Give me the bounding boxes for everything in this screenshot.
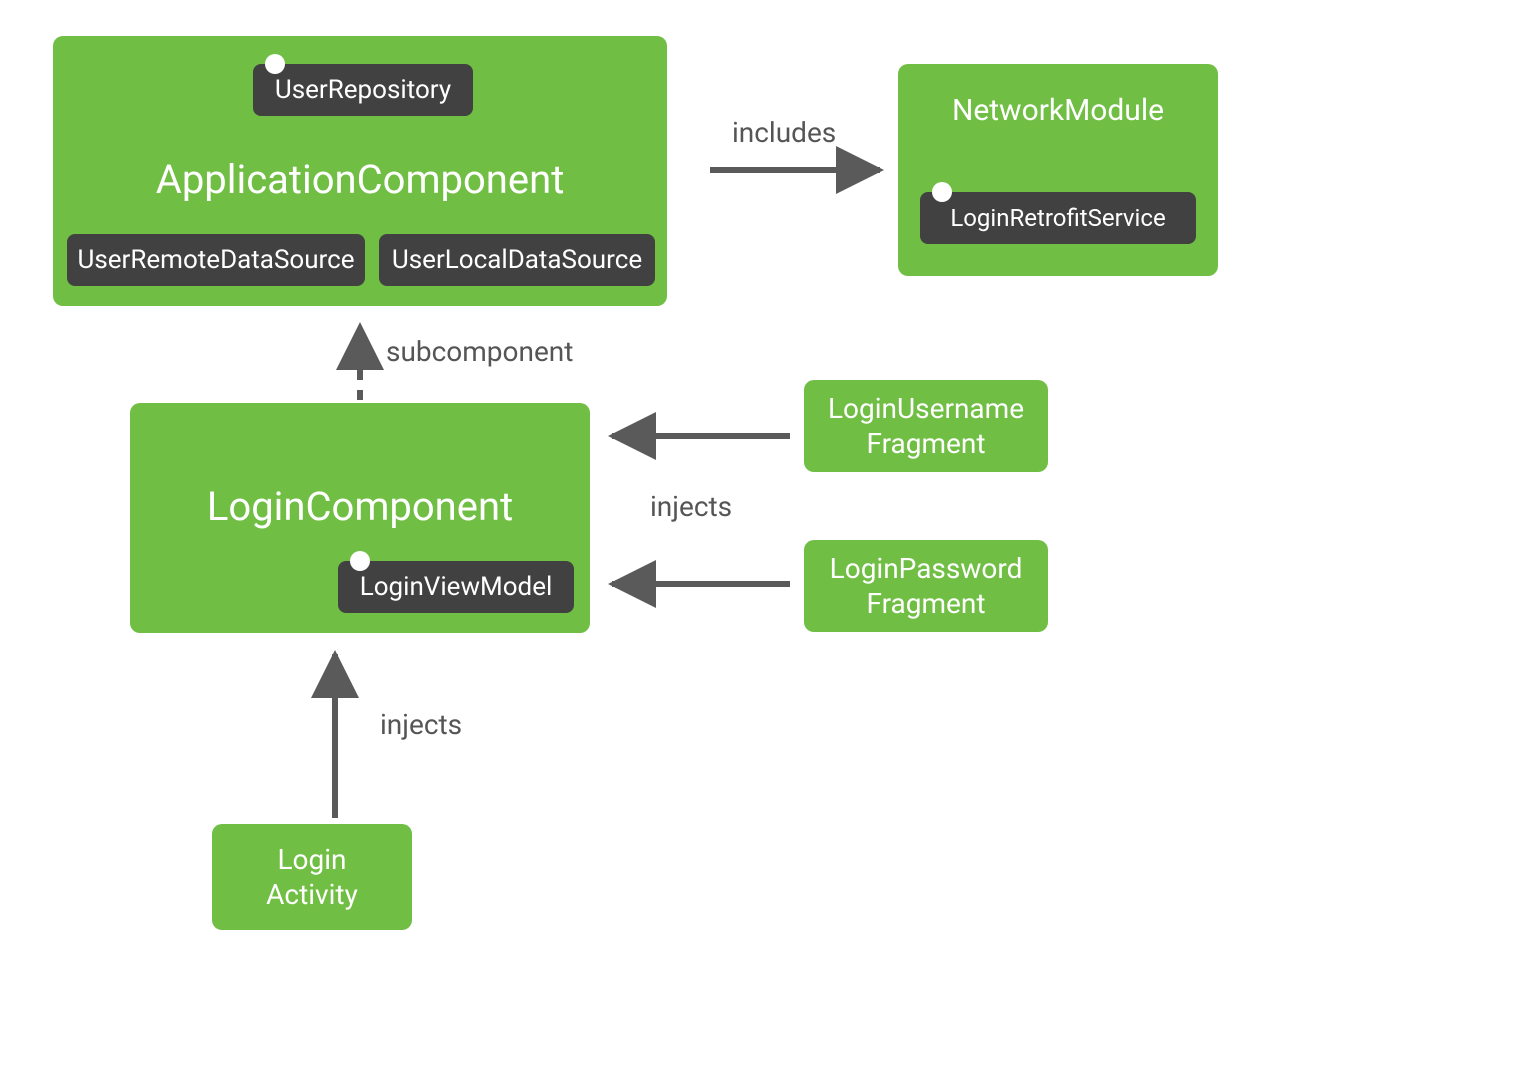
login-username-fragment-node: LoginUsername Fragment [804, 380, 1048, 472]
pin-icon [265, 54, 285, 74]
login-retrofit-service-chip: LoginRetrofitService [920, 192, 1196, 244]
application-component-node: ApplicationComponent UserRepository User… [53, 36, 667, 306]
login-view-model-chip: LoginViewModel [338, 561, 574, 613]
login-username-fragment-line2: Fragment [866, 426, 985, 461]
edge-label-injects-activity: injects [380, 708, 462, 741]
network-module-node: NetworkModule LoginRetrofitService [898, 64, 1218, 276]
login-component-title: LoginComponent [207, 483, 513, 530]
login-password-fragment-node: LoginPassword Fragment [804, 540, 1048, 632]
login-activity-line2: Activity [266, 877, 358, 912]
edge-label-includes: includes [732, 116, 836, 149]
user-repository-chip: UserRepository [253, 64, 473, 116]
user-repository-label: UserRepository [275, 75, 451, 105]
user-local-datasource-label: UserLocalDataSource [392, 245, 642, 275]
login-username-fragment-line1: LoginUsername [828, 391, 1024, 426]
edge-label-subcomponent: subcomponent [386, 335, 573, 368]
edge-label-injects-fragments: injects [650, 490, 732, 523]
login-view-model-label: LoginViewModel [360, 572, 553, 602]
login-password-fragment-line2: Fragment [866, 586, 985, 621]
login-activity-node: Login Activity [212, 824, 412, 930]
login-password-fragment-line1: LoginPassword [830, 551, 1023, 586]
pin-icon [932, 182, 952, 202]
network-module-title: NetworkModule [898, 92, 1218, 130]
user-remote-datasource-chip: UserRemoteDataSource [67, 234, 365, 286]
login-component-node: LoginComponent LoginViewModel [130, 403, 590, 633]
login-activity-line1: Login [277, 842, 346, 877]
user-local-datasource-chip: UserLocalDataSource [379, 234, 655, 286]
pin-icon [350, 551, 370, 571]
user-remote-datasource-label: UserRemoteDataSource [77, 245, 354, 275]
application-component-title: ApplicationComponent [156, 156, 565, 203]
login-retrofit-service-label: LoginRetrofitService [950, 204, 1165, 232]
